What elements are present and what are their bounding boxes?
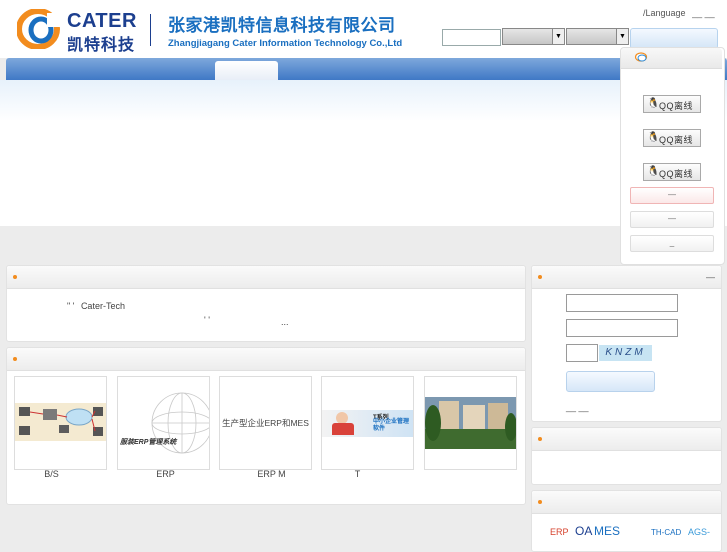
language-label: /Language xyxy=(643,8,686,18)
link-erp[interactable]: ERP xyxy=(550,527,569,537)
product-label-erp[interactable]: ERP xyxy=(120,469,211,479)
search-button[interactable] xyxy=(630,28,718,49)
products-panel-header xyxy=(7,348,525,371)
side-info-panel-header xyxy=(532,428,721,451)
intro-line-1: " ' Cater-Tech xyxy=(67,301,125,311)
login-panel-header: — xyxy=(532,266,721,289)
product-label-erp-m[interactable]: ERP M xyxy=(226,469,317,479)
side-link-1[interactable]: — xyxy=(630,187,714,204)
product-thumb-t-series[interactable]: T系列 中小企业管理软件 xyxy=(321,376,414,470)
person-body xyxy=(332,423,354,435)
t-series-subtitle: 中小企业管理软件 xyxy=(373,419,410,432)
password-input[interactable] xyxy=(566,319,678,337)
chat-bubble-icon xyxy=(634,52,648,62)
bullet-icon xyxy=(538,500,542,504)
building-photo xyxy=(425,397,516,449)
product-thumb-erp-mes[interactable]: 生产型企业ERP和MES xyxy=(219,376,312,470)
chevron-down-icon: ▼ xyxy=(552,29,564,44)
globe-grid-image xyxy=(151,392,209,454)
erp-thumb-caption: 服装ERP管理系统 xyxy=(120,439,177,446)
intro-marks-2: ' ' xyxy=(204,315,210,325)
bullet-icon xyxy=(13,357,17,361)
language-links[interactable]: __ __ xyxy=(692,8,715,18)
link-th-cad[interactable]: TH-CAD xyxy=(651,528,681,537)
link-mes[interactable]: MES xyxy=(594,524,620,538)
main-nav xyxy=(6,58,727,80)
product-thumb-erp[interactable]: 服装ERP管理系统 xyxy=(117,376,210,470)
bullet-icon xyxy=(538,437,542,441)
link-ags[interactable]: AGS- xyxy=(688,527,710,537)
qq-offline-button-1[interactable]: 🐧 QQ离线 xyxy=(643,95,701,113)
qq-penguin-icon: 🐧 xyxy=(647,166,660,177)
bullet-icon xyxy=(13,275,17,279)
side-link-2[interactable]: — xyxy=(630,211,714,228)
qq-offline-button-3[interactable]: 🐧 QQ离线 xyxy=(643,163,701,181)
product-label-t[interactable]: T xyxy=(312,469,403,479)
qq-offline-button-2[interactable]: 🐧 QQ离线 xyxy=(643,129,701,147)
product-label-bs[interactable]: B/S xyxy=(6,469,97,479)
product-thumb-bs[interactable] xyxy=(14,376,107,470)
chevron-down-icon: ▼ xyxy=(616,29,628,44)
product-thumb-building[interactable] xyxy=(424,376,517,470)
language-switcher[interactable]: /Language __ __ xyxy=(643,8,715,18)
username-input[interactable] xyxy=(566,294,678,312)
intro-panel-header xyxy=(7,266,525,289)
login-panel: — xyxy=(531,265,722,422)
link-oa[interactable]: OA xyxy=(575,524,592,538)
links-panel xyxy=(531,490,722,552)
qq-penguin-icon: 🐧 xyxy=(647,98,660,109)
side-link-3[interactable]: _ xyxy=(630,235,714,252)
cater-logo-icon[interactable] xyxy=(17,9,61,49)
intro-more-link[interactable]: ... xyxy=(281,317,289,327)
logo-text-cn: 凯特科技 xyxy=(67,37,136,54)
company-name-cn: 张家港凯特信息科技有限公司 xyxy=(168,16,396,35)
nav-tab-active[interactable] xyxy=(215,61,278,80)
network-diagram-image xyxy=(15,403,106,441)
login-footer-links[interactable]: __ __ xyxy=(566,402,589,412)
side-info-panel xyxy=(531,427,722,485)
links-panel-header xyxy=(532,491,721,514)
mes-thumb-caption: 生产型企业ERP和MES xyxy=(222,418,309,428)
captcha-input[interactable] xyxy=(566,344,598,362)
logo-text-en: CATER xyxy=(67,10,137,32)
intro-brand: Cater-Tech xyxy=(80,301,125,311)
login-button[interactable] xyxy=(566,371,655,392)
logo-divider xyxy=(150,14,151,46)
search-input[interactable] xyxy=(442,29,501,46)
company-intro-panel: " ' Cater-Tech ' ' ... xyxy=(6,265,526,342)
company-name-en: Zhangjiagang Cater Information Technolog… xyxy=(168,38,403,49)
captcha-image[interactable]: KNZM xyxy=(599,345,652,361)
banner xyxy=(0,80,727,226)
login-more-link[interactable]: — xyxy=(706,272,715,282)
qq-penguin-icon: 🐧 xyxy=(647,132,660,143)
qq-service-panel xyxy=(620,47,725,265)
intro-marks-1: " ' xyxy=(67,301,75,311)
category-select[interactable]: ▼ xyxy=(502,28,565,45)
bullet-icon xyxy=(538,275,542,279)
type-select[interactable]: ▼ xyxy=(566,28,629,45)
